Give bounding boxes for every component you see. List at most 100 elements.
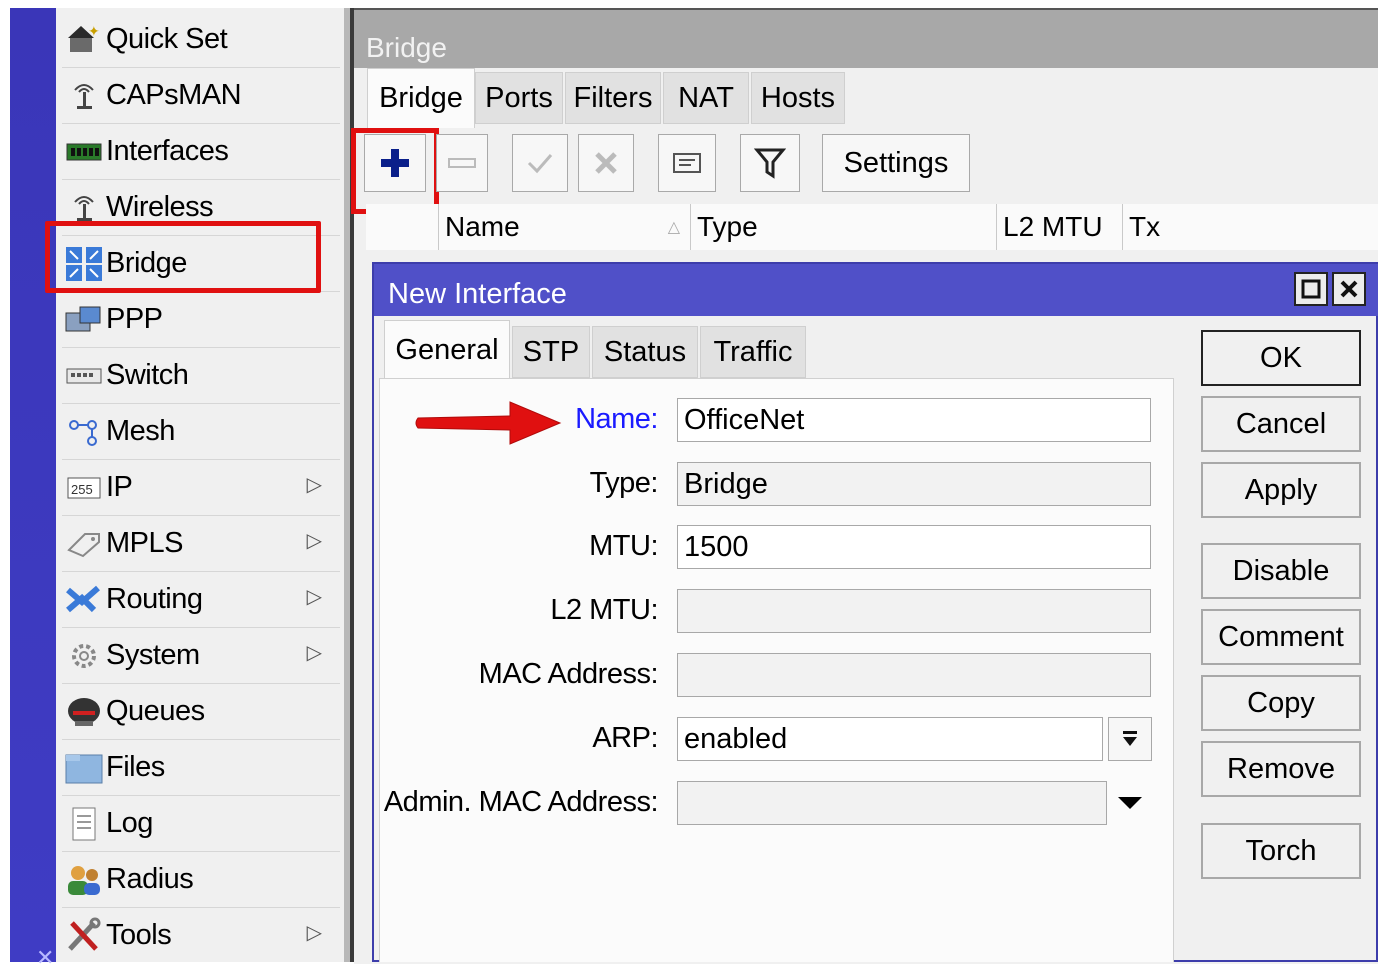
note-icon xyxy=(673,153,701,173)
tab-stp[interactable]: STP xyxy=(512,326,590,378)
switch-icon xyxy=(62,356,106,396)
maximize-icon xyxy=(1301,279,1321,299)
bridge-highlight-box xyxy=(45,221,321,293)
ip-icon: 255 xyxy=(62,468,106,508)
tab-nat[interactable]: NAT xyxy=(663,72,749,124)
sidebar-item-ppp[interactable]: PPP xyxy=(62,292,340,348)
filter-icon xyxy=(754,148,786,179)
sidebar-item-files[interactable]: Files xyxy=(62,740,340,796)
mtu-label: MTU: xyxy=(589,530,658,562)
submenu-arrow-icon: ▷ xyxy=(306,642,322,664)
remove-button[interactable] xyxy=(436,134,488,192)
tab-traffic[interactable]: Traffic xyxy=(700,326,806,378)
sidebar-item-system[interactable]: System ▷ xyxy=(62,628,340,684)
mtu-field[interactable]: 1500 xyxy=(677,525,1151,569)
admin-mac-dropdown-icon[interactable] xyxy=(1118,797,1142,809)
arp-dropdown-button[interactable] xyxy=(1108,717,1152,761)
admin-mac-field[interactable] xyxy=(677,781,1107,825)
capsman-icon xyxy=(62,76,106,116)
sidebar-menu: ✦ Quick Set CAPsMAN Interfaces Wireless … xyxy=(56,8,344,962)
system-icon xyxy=(62,636,106,676)
sidebar-item-mesh[interactable]: Mesh xyxy=(62,404,340,460)
sidebar-item-queues[interactable]: Queues xyxy=(62,684,340,740)
ok-button[interactable]: OK xyxy=(1201,330,1361,386)
disable-button[interactable] xyxy=(578,134,634,192)
sidebar-item-log[interactable]: Log xyxy=(62,796,340,852)
type-label: Type: xyxy=(589,467,659,499)
disable-button-dialog[interactable]: Disable xyxy=(1201,543,1361,599)
submenu-arrow-icon: ▷ xyxy=(306,530,322,552)
type-field: Bridge xyxy=(677,462,1151,506)
quick-set-icon: ✦ xyxy=(62,20,106,60)
tab-bridge[interactable]: Bridge xyxy=(367,68,475,128)
enable-button[interactable] xyxy=(512,134,568,192)
tab-status[interactable]: Status xyxy=(592,326,698,378)
comment-button-dialog[interactable]: Comment xyxy=(1201,609,1361,665)
tools-icon xyxy=(62,916,106,956)
collapse-icon[interactable]: ✕ xyxy=(36,947,54,969)
close-button[interactable] xyxy=(1332,272,1366,306)
mac-address-field xyxy=(677,653,1151,697)
radius-icon xyxy=(62,860,106,900)
admin-mac-label: Admin. MAC Address: xyxy=(383,786,659,818)
tab-ports[interactable]: Ports xyxy=(475,72,563,124)
sidebar-item-capsman[interactable]: CAPsMAN xyxy=(62,68,340,124)
check-icon xyxy=(527,154,553,174)
column-header-type[interactable]: Type xyxy=(690,204,996,250)
tab-hosts[interactable]: Hosts xyxy=(751,72,845,124)
close-icon xyxy=(1340,280,1358,298)
mpls-icon xyxy=(62,524,106,564)
column-header-l2mtu[interactable]: L2 MTU xyxy=(996,204,1122,250)
dialog-title: New Interface xyxy=(374,264,1378,316)
mac-address-label: MAC Address: xyxy=(478,658,659,690)
sidebar-item-ip[interactable]: 255 IP ▷ xyxy=(62,460,340,516)
maximize-button[interactable] xyxy=(1294,272,1328,306)
annotation-arrow-icon xyxy=(415,401,562,445)
routing-icon xyxy=(62,580,106,620)
sidebar-item-tools[interactable]: Tools ▷ xyxy=(62,908,340,963)
ppp-icon xyxy=(62,300,106,340)
files-icon xyxy=(62,748,106,788)
name-field[interactable]: OfficeNet xyxy=(677,398,1151,442)
arp-select[interactable]: enabled xyxy=(677,717,1103,761)
apply-button[interactable]: Apply xyxy=(1201,462,1361,518)
comment-button[interactable] xyxy=(658,134,716,192)
dropdown-icon xyxy=(1123,731,1137,746)
submenu-arrow-icon: ▷ xyxy=(306,586,322,608)
l2mtu-label: L2 MTU: xyxy=(550,594,658,626)
settings-button[interactable]: Settings xyxy=(822,134,970,192)
sidebar-item-mpls[interactable]: MPLS ▷ xyxy=(62,516,340,572)
tab-filters[interactable]: Filters xyxy=(565,72,661,124)
filter-button[interactable] xyxy=(740,134,800,192)
column-header-tx[interactable]: Tx xyxy=(1122,204,1378,250)
column-header-name[interactable]: Name △ xyxy=(438,204,690,250)
submenu-arrow-icon: ▷ xyxy=(306,922,322,944)
bridge-window-title: Bridge xyxy=(354,10,1378,68)
left-strip: ✕ xyxy=(10,8,56,969)
tab-general[interactable]: General xyxy=(384,320,510,380)
svg-text:✦: ✦ xyxy=(88,23,100,39)
sidebar-item-switch[interactable]: Switch xyxy=(62,348,340,404)
name-label: Name: xyxy=(575,403,658,435)
submenu-arrow-icon: ▷ xyxy=(306,474,322,496)
torch-button[interactable]: Torch xyxy=(1201,823,1361,879)
sort-icon: △ xyxy=(667,219,680,236)
log-icon xyxy=(62,804,106,844)
add-highlight-box xyxy=(351,128,439,214)
remove-button-dialog[interactable]: Remove xyxy=(1201,741,1361,797)
l2mtu-field xyxy=(677,589,1151,633)
sidebar-item-quick-set[interactable]: ✦ Quick Set xyxy=(62,12,340,68)
sidebar-item-interfaces[interactable]: Interfaces xyxy=(62,124,340,180)
sidebar-item-routing[interactable]: Routing ▷ xyxy=(62,572,340,628)
sidebar-item-radius[interactable]: Radius xyxy=(62,852,340,908)
arp-label: ARP: xyxy=(592,722,658,754)
queues-icon xyxy=(62,692,106,732)
interfaces-icon xyxy=(62,132,106,172)
copy-button[interactable]: Copy xyxy=(1201,675,1361,731)
cross-icon xyxy=(595,152,617,174)
minus-icon xyxy=(448,158,476,168)
column-header-blank xyxy=(366,204,438,250)
svg-text:255: 255 xyxy=(71,482,93,497)
mesh-icon xyxy=(62,412,106,452)
cancel-button[interactable]: Cancel xyxy=(1201,396,1361,452)
